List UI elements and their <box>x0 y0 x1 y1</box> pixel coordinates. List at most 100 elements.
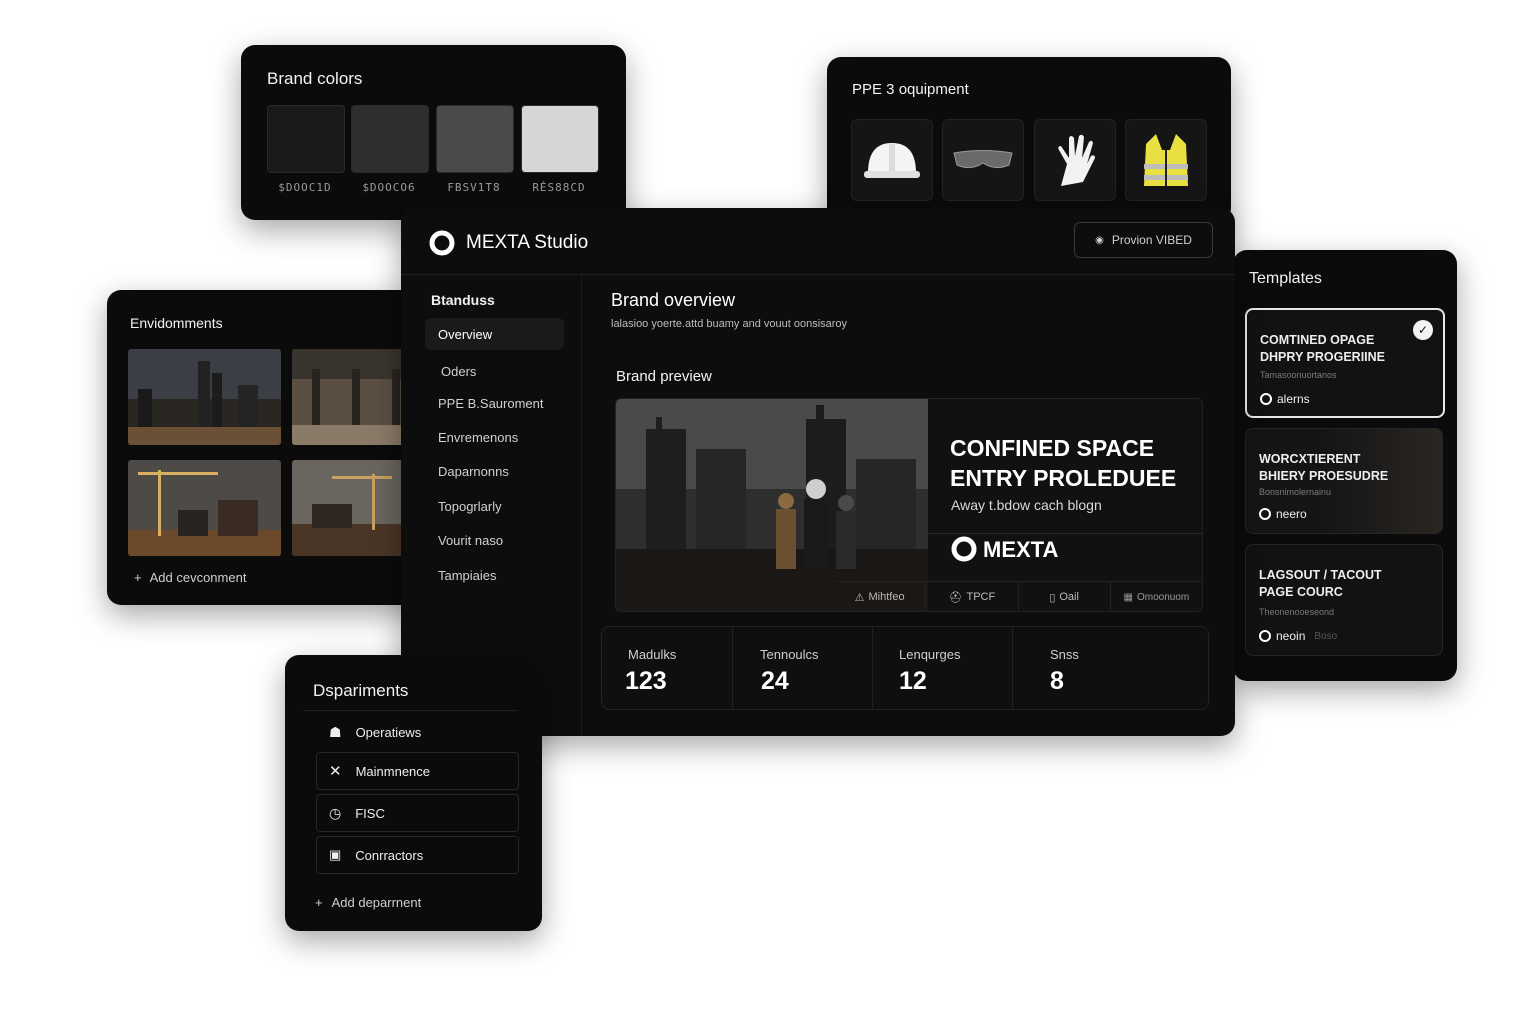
sidebar-item-templates[interactable]: Tampiaies <box>438 568 497 583</box>
sidebar-item-orders[interactable]: Oders <box>441 364 476 379</box>
environment-thumb-construction[interactable] <box>128 460 281 556</box>
app-title: MEXTA Studio <box>466 232 589 253</box>
preview-headline-line-2: ENTRY PROLEDUEE <box>950 465 1177 491</box>
preview-chip[interactable]: ⛑ TPCF <box>926 582 1019 611</box>
sidebar-item-overview[interactable]: Overview <box>425 318 564 350</box>
template-label-text: neoin <box>1276 629 1306 643</box>
template-card-title: WORCXTIERENT BHIERY PROESUDRE <box>1259 451 1388 485</box>
stat-label: Madulks <box>628 647 677 662</box>
departments-divider <box>303 710 517 711</box>
workers-icon: ☗ <box>329 723 342 740</box>
department-label: FISC <box>355 805 385 821</box>
flag-icon: ⚠ <box>854 591 865 604</box>
department-operations[interactable]: ☗ Operatiews <box>316 713 519 751</box>
stats-bar: Madulks 123 Tennoulcs 24 Lenqurges 12 Sn… <box>601 626 1209 710</box>
stat-modules: Madulks 123 <box>602 627 733 709</box>
stat-label: Snss <box>1050 647 1079 662</box>
mexta-logo-icon <box>951 536 977 562</box>
sidebar-item-departments[interactable]: Daparnonns <box>438 464 509 479</box>
preview-divider <box>928 533 1202 534</box>
preview-headline-line-1: CONFINED SPACE <box>950 435 1155 461</box>
sidebar-item-typography[interactable]: Topogrlarly <box>438 499 502 514</box>
ring-icon <box>1259 630 1271 642</box>
department-maintenance[interactable]: ✕ Mainmnence <box>316 752 519 790</box>
play-icon: ◉ <box>1095 234 1104 246</box>
department-label: Conrractors <box>355 847 424 863</box>
chip-label: Omoonuom <box>1136 591 1190 603</box>
clock-icon: ◷ <box>329 804 342 821</box>
plus-icon: + <box>315 895 323 910</box>
preview-chip[interactable]: ▦ Omoonuom <box>1111 582 1202 611</box>
templates-title: Templates <box>1249 270 1322 287</box>
preview-video-label: Provion VIBED <box>1111 233 1192 247</box>
template-card-subtitle: Tamasoonuortanos <box>1260 370 1337 380</box>
template-title-line: COMTINED OPAGE <box>1260 333 1375 347</box>
environments-title: Envidomments <box>130 315 223 331</box>
color-swatch[interactable] <box>521 105 599 173</box>
stat-label: Tennoulcs <box>760 647 819 662</box>
color-swatch[interactable] <box>436 105 514 173</box>
environment-thumb-city[interactable] <box>128 349 281 445</box>
template-title-line: LAGSOUT / TACOUT <box>1259 568 1382 582</box>
department-contractors[interactable]: ▣ Conrractors <box>316 836 519 874</box>
preview-chip-row: ⚠ Mihtfeo ⛑ TPCF ▯ Oail ▦ Omoonuom <box>834 581 1202 611</box>
swatch-label: RÉS88CD <box>532 181 586 194</box>
ppe-item-glasses[interactable] <box>942 119 1024 201</box>
sidebar-item-label: Overview <box>438 327 493 342</box>
template-card-subtitle: Theonenooeseond <box>1259 607 1335 617</box>
brand-colors-panel: Brand colors $DOOC1D $DOOCO6 FBSV1T8 RÉS… <box>241 45 626 220</box>
stat-value: 12 <box>899 667 927 695</box>
template-title-line: BHIERY PROESUDRE <box>1259 469 1389 483</box>
hard-hat-icon <box>864 143 920 178</box>
sidebar-item-environments[interactable]: Envremenons <box>438 430 518 445</box>
swatch-label: $DOOC1D <box>278 181 332 194</box>
color-swatch[interactable] <box>351 105 429 173</box>
building-icon: ▦ <box>1123 591 1133 603</box>
ring-icon <box>1260 393 1272 405</box>
add-environment-button[interactable]: + Add cevconment <box>134 570 246 585</box>
sidebar-item-voice[interactable]: Vourit naso <box>438 533 503 548</box>
glove-icon <box>1058 134 1095 186</box>
wrench-icon: ✕ <box>329 763 342 780</box>
ppe-item-vest[interactable] <box>1125 119 1207 201</box>
template-card-title: LAGSOUT / TACOUT PAGE COURC <box>1259 567 1382 601</box>
template-card[interactable]: LAGSOUT / TACOUT PAGE COURC Theonenooese… <box>1245 544 1443 656</box>
template-card[interactable]: WORCXTIERENT BHIERY PROESUDRE Bonsnimole… <box>1245 428 1443 534</box>
add-department-label: Add deparrnent <box>331 895 422 910</box>
template-card-selected[interactable]: COMTINED OPAGE DHPRY PROGERIINE Tamasoon… <box>1245 308 1445 418</box>
brand-colors-title: Brand colors <box>267 69 363 88</box>
template-title-line: DHPRY PROGERIINE <box>1260 350 1386 364</box>
ppe-item-hard-hat[interactable] <box>851 119 933 201</box>
departments-panel: Dspariments ☗ Operatiews ✕ Mainmnence ◷ … <box>285 655 542 931</box>
brand-preview-card[interactable]: CONFINED SPACE ENTRY PROLEDUEE Away t.bd… <box>615 398 1203 612</box>
safety-vest-icon <box>1144 134 1188 186</box>
department-fisc[interactable]: ◷ FISC <box>316 794 519 832</box>
stat-sns: Snss 8 <box>1012 627 1208 709</box>
preview-video-button[interactable]: ◉ Provion VIBED <box>1074 222 1213 258</box>
template-label-text: alerns <box>1277 392 1310 406</box>
ppe-item-glove[interactable] <box>1034 119 1116 201</box>
stat-templates: Tennoulcs 24 <box>732 627 873 709</box>
templates-panel: Templates COMTINED OPAGE DHPRY PROGERIIN… <box>1233 250 1457 681</box>
app-header: MEXTA Studio ◉ Provion VIBED <box>401 208 1235 275</box>
template-card-label: neero <box>1259 507 1307 521</box>
stat-value: 8 <box>1050 667 1064 695</box>
mexta-logo-icon <box>429 230 455 256</box>
department-label: Mainmnence <box>355 763 431 779</box>
preview-chip[interactable]: ▯ Oail <box>1019 582 1111 611</box>
add-department-button[interactable]: + Add deparrnent <box>315 895 421 910</box>
departments-title: Dspariments <box>313 681 409 700</box>
preview-chip[interactable]: ⚠ Mihtfeo <box>834 582 927 611</box>
template-label-extra: Boso <box>1314 630 1338 642</box>
overview-title: Brand overview <box>611 290 736 310</box>
helmet-icon: ⛑ <box>948 591 963 604</box>
chip-label: TPCF <box>966 591 996 603</box>
swatch-label: $DOOCO6 <box>362 181 416 194</box>
overview-subtitle: lalasioo yoerte.attd buamy and vouut oon… <box>611 318 848 330</box>
ring-icon <box>1259 508 1271 520</box>
color-swatch[interactable] <box>267 105 345 173</box>
device-icon: ▯ <box>1049 591 1056 604</box>
sidebar-item-ppe[interactable]: PPE B.Sauroment <box>438 396 544 411</box>
id-card-icon: ▣ <box>329 847 342 862</box>
swatch-label: FBSV1T8 <box>447 181 501 194</box>
